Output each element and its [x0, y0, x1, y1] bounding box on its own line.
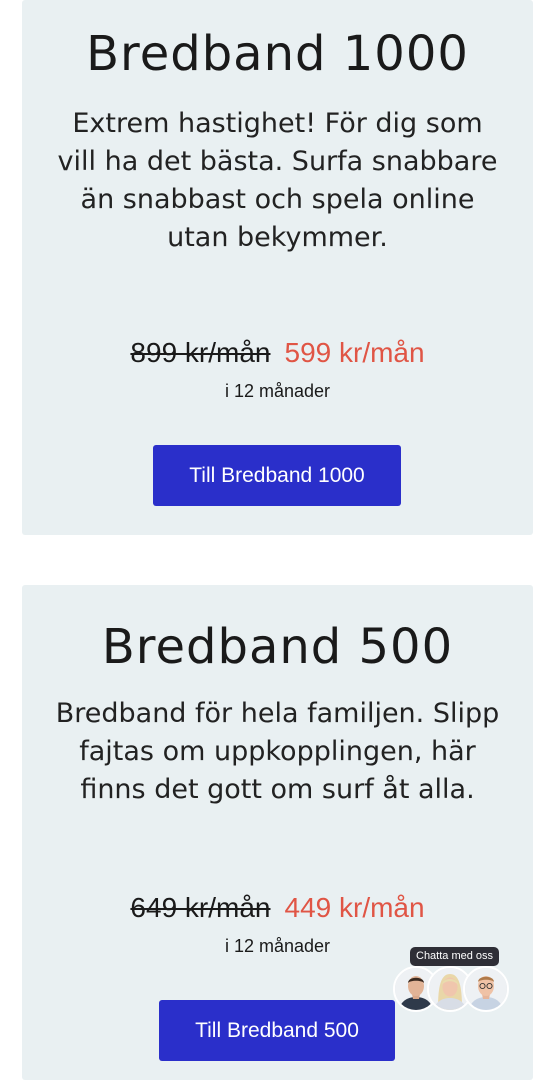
price-row: 649 kr/mån 449 kr/mån — [22, 892, 533, 924]
price-row: 899 kr/mån 599 kr/mån — [22, 337, 533, 369]
price-period: i 12 månader — [224, 381, 331, 401]
person-icon — [465, 968, 507, 1010]
old-price: 649 kr/mån — [130, 892, 271, 923]
chat-label[interactable]: Chatta med oss — [410, 947, 500, 966]
plan-description: Bredband för hela familjen. Slipp fajtas… — [55, 698, 500, 805]
bredband-500-button[interactable]: Till Bredband 500 — [159, 1000, 395, 1061]
sale-price: 599 kr/mån — [284, 337, 425, 368]
old-price: 899 kr/mån — [130, 337, 271, 368]
bredband-1000-button[interactable]: Till Bredband 1000 — [153, 445, 401, 506]
plan-title: Bredband 1000 — [86, 26, 469, 82]
avatar[interactable] — [463, 966, 509, 1012]
chat-widget[interactable]: Chatta med oss — [393, 946, 513, 1018]
plan-card-1000: Bredband 1000 Extrem hastighet! För dig … — [22, 0, 533, 535]
plan-description: Extrem hastighet! För dig som vill ha de… — [57, 108, 498, 253]
plan-title: Bredband 500 — [101, 619, 454, 675]
sale-price: 449 kr/mån — [284, 892, 425, 923]
